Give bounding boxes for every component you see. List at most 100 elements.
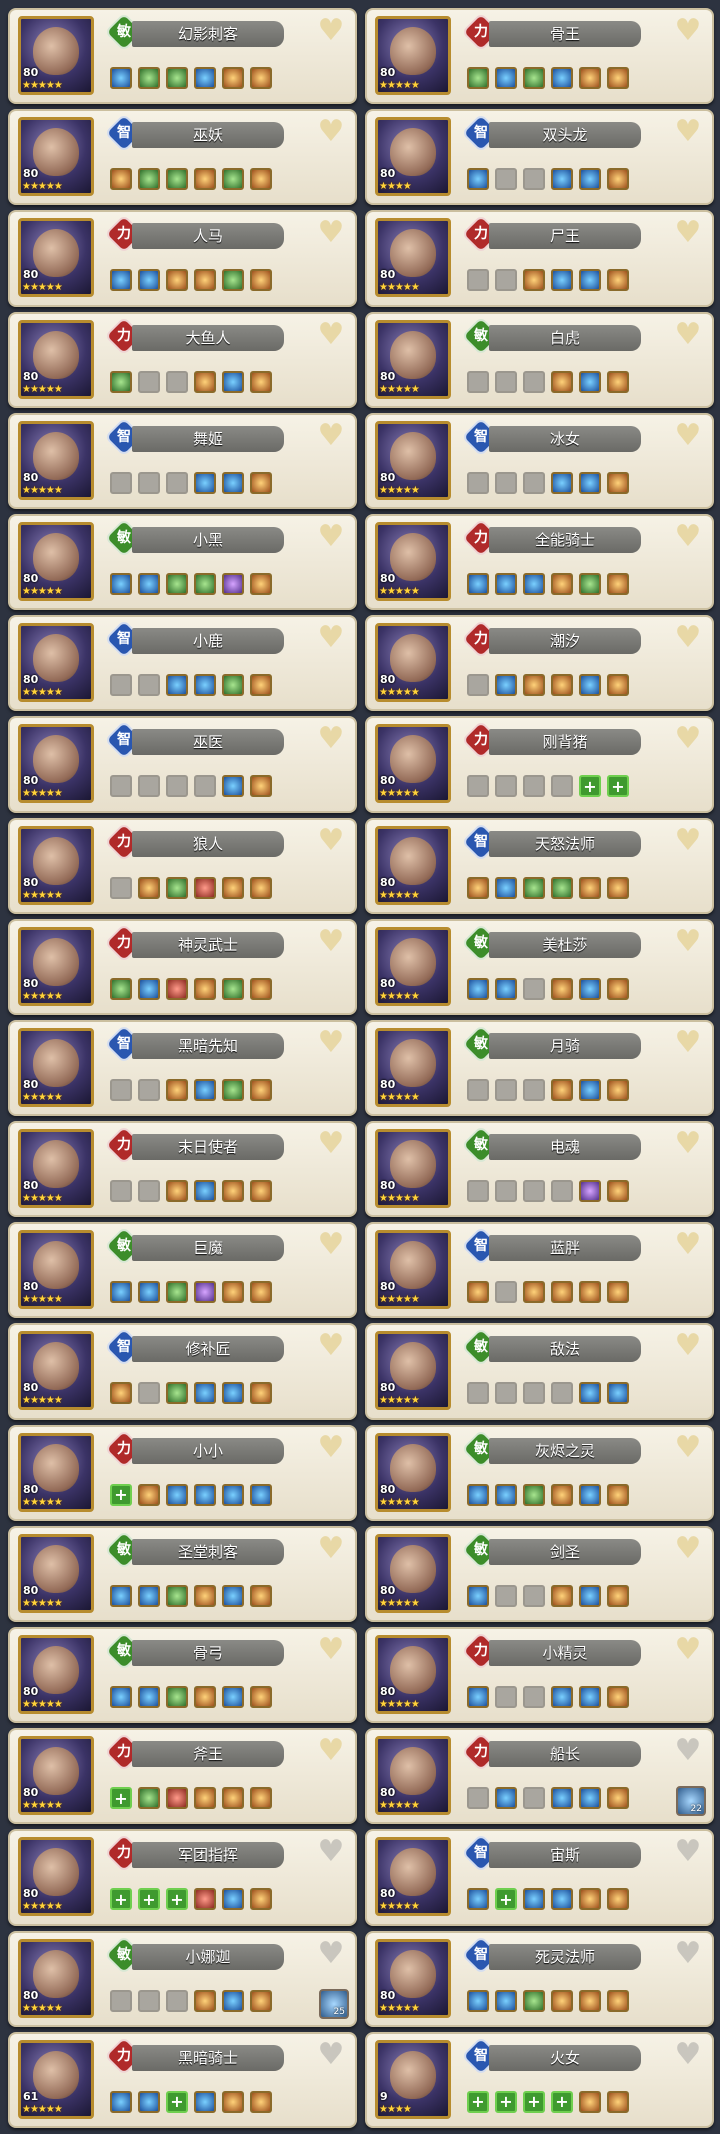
item-slot-icon[interactable] — [495, 168, 517, 191]
item-slot-icon[interactable] — [579, 1584, 601, 1607]
item-slot-icon[interactable] — [495, 1989, 517, 2012]
item-slot-icon[interactable] — [495, 1180, 517, 1203]
heart-icon[interactable]: ♥ — [672, 926, 704, 957]
item-slot-icon[interactable] — [579, 1078, 601, 1101]
item-slot-icon[interactable] — [250, 168, 272, 191]
heart-icon[interactable]: ♥ — [315, 1027, 347, 1058]
hero-portrait[interactable]: 80 ★★★★★ — [18, 1129, 94, 1209]
heart-icon[interactable]: ♥ — [672, 1432, 704, 1463]
item-slot-icon[interactable] — [110, 269, 132, 292]
hero-shard-icon[interactable]: 25 — [319, 1988, 349, 2019]
item-slot-icon[interactable] — [495, 1686, 517, 1709]
item-slot-icon[interactable] — [551, 471, 573, 494]
item-slot-icon[interactable] — [607, 1787, 629, 1810]
item-slot-icon[interactable] — [138, 977, 160, 1000]
hero-portrait[interactable]: 80 ★★★★★ — [18, 1027, 94, 1107]
hero-card[interactable]: 80 ★★★★★ 力人马 ♥ — [8, 210, 357, 307]
item-slot-icon[interactable] — [607, 977, 629, 1000]
plus-icon[interactable]: + — [166, 2090, 188, 2113]
hero-portrait[interactable]: 80 ★★★★★ — [18, 1635, 94, 1715]
item-slot-icon[interactable] — [194, 1989, 216, 2012]
item-slot-icon[interactable] — [523, 1584, 545, 1607]
hero-card[interactable]: 80 ★★★★★ 智冰女 ♥ — [365, 412, 714, 509]
item-slot-icon[interactable] — [551, 1180, 573, 1203]
item-slot-icon[interactable] — [607, 269, 629, 292]
hero-card[interactable]: 80 ★★★★★ 敏白虎 ♥ — [365, 311, 714, 408]
hero-card[interactable]: 80 ★★★★★ 力潮汐 ♥ — [365, 615, 714, 712]
plus-icon[interactable]: + — [110, 1483, 132, 1506]
hero-card[interactable]: 80 ★★★★★ 敏电魂 ♥ — [365, 1121, 714, 1218]
item-slot-icon[interactable] — [250, 1584, 272, 1607]
item-slot-icon[interactable] — [110, 977, 132, 1000]
item-slot-icon[interactable] — [551, 1382, 573, 1405]
item-slot-icon[interactable] — [166, 1483, 188, 1506]
item-slot-icon[interactable] — [495, 1281, 517, 1304]
item-slot-icon[interactable] — [495, 977, 517, 1000]
hero-card[interactable]: 80 ★★★★★ 智黑暗先知 ♥ — [8, 1019, 357, 1117]
item-slot-icon[interactable] — [222, 775, 244, 798]
hero-portrait[interactable]: 80 ★★★★★ — [375, 218, 451, 298]
item-slot-icon[interactable] — [250, 775, 272, 798]
item-slot-icon[interactable] — [467, 1584, 489, 1607]
item-slot-icon[interactable] — [166, 1989, 188, 2012]
item-slot-icon[interactable] — [551, 977, 573, 1000]
heart-icon[interactable]: ♥ — [315, 1938, 347, 1969]
hero-portrait[interactable]: 80 ★★★★★ — [18, 1938, 94, 2018]
item-slot-icon[interactable] — [194, 1281, 216, 1304]
item-slot-icon[interactable] — [166, 1180, 188, 1203]
item-slot-icon[interactable] — [194, 2090, 216, 2113]
item-slot-icon[interactable] — [194, 168, 216, 191]
hero-card[interactable]: 80 ★★★★★ 力军团指挥 ♥ + + + — [8, 1829, 357, 1926]
item-slot-icon[interactable] — [110, 67, 132, 89]
item-slot-icon[interactable] — [110, 1078, 132, 1101]
item-slot-icon[interactable] — [467, 1787, 489, 1810]
item-slot-icon[interactable] — [495, 1584, 517, 1607]
hero-portrait[interactable]: 80 ★★★★★ — [375, 1533, 451, 1613]
item-slot-icon[interactable] — [495, 876, 517, 899]
hero-card[interactable]: 80 ★★★★★ 力神灵武士 ♥ — [8, 918, 357, 1015]
hero-portrait[interactable]: 80 ★★★★★ — [18, 623, 94, 703]
item-slot-icon[interactable] — [551, 775, 573, 798]
hero-card[interactable]: 80 ★★★★★ 敏幻影刺客 ♥ — [8, 8, 357, 105]
hero-card[interactable]: 80 ★★★★★ 敏灰烬之灵 ♥ — [365, 1424, 714, 1521]
hero-portrait[interactable]: 80 ★★★★★ — [375, 1635, 451, 1715]
item-slot-icon[interactable] — [110, 674, 132, 697]
heart-icon[interactable]: ♥ — [315, 117, 347, 147]
plus-icon[interactable]: + — [110, 1787, 132, 1810]
item-slot-icon[interactable] — [551, 674, 573, 697]
heart-icon[interactable]: ♥ — [672, 1230, 704, 1260]
item-slot-icon[interactable] — [495, 67, 517, 89]
hero-portrait[interactable]: 80 ★★★★★ — [18, 319, 94, 399]
heart-icon[interactable]: ♥ — [672, 1635, 704, 1665]
item-slot-icon[interactable] — [551, 1888, 573, 1911]
item-slot-icon[interactable] — [579, 1787, 601, 1810]
item-slot-icon[interactable] — [579, 370, 601, 393]
heart-icon[interactable]: ♥ — [672, 1129, 704, 1159]
heart-icon[interactable]: ♥ — [672, 1938, 704, 1969]
item-slot-icon[interactable] — [222, 1078, 244, 1101]
item-slot-icon[interactable] — [250, 674, 272, 697]
item-slot-icon[interactable] — [467, 1483, 489, 1506]
item-slot-icon[interactable] — [222, 1180, 244, 1203]
item-slot-icon[interactable] — [579, 876, 601, 899]
item-slot-icon[interactable] — [495, 1787, 517, 1810]
item-slot-icon[interactable] — [166, 572, 188, 595]
hero-portrait[interactable]: 80 ★★★★★ — [375, 1837, 451, 1917]
item-slot-icon[interactable] — [138, 1989, 160, 2012]
hero-card[interactable]: 80 ★★★★★ 敏剑圣 ♥ — [365, 1525, 714, 1623]
item-slot-icon[interactable] — [523, 269, 545, 292]
item-slot-icon[interactable] — [607, 1078, 629, 1101]
item-slot-icon[interactable] — [222, 269, 244, 292]
hero-card[interactable]: 80 ★★★★★ 力小精灵 ♥ — [365, 1627, 714, 1724]
item-slot-icon[interactable] — [138, 1686, 160, 1709]
hero-card[interactable]: 80 ★★★★★ 力尸王 ♥ — [365, 210, 714, 307]
item-slot-icon[interactable] — [138, 168, 160, 191]
item-slot-icon[interactable] — [551, 370, 573, 393]
item-slot-icon[interactable] — [551, 1281, 573, 1304]
item-slot-icon[interactable] — [222, 876, 244, 899]
hero-card[interactable]: 80 ★★★★★ 敏圣堂刺客 ♥ — [8, 1525, 357, 1623]
plus-icon[interactable]: + — [467, 2090, 489, 2113]
hero-portrait[interactable]: 80 ★★★★★ — [18, 1837, 94, 1917]
item-slot-icon[interactable] — [551, 168, 573, 191]
heart-icon[interactable]: ♥ — [672, 117, 704, 147]
